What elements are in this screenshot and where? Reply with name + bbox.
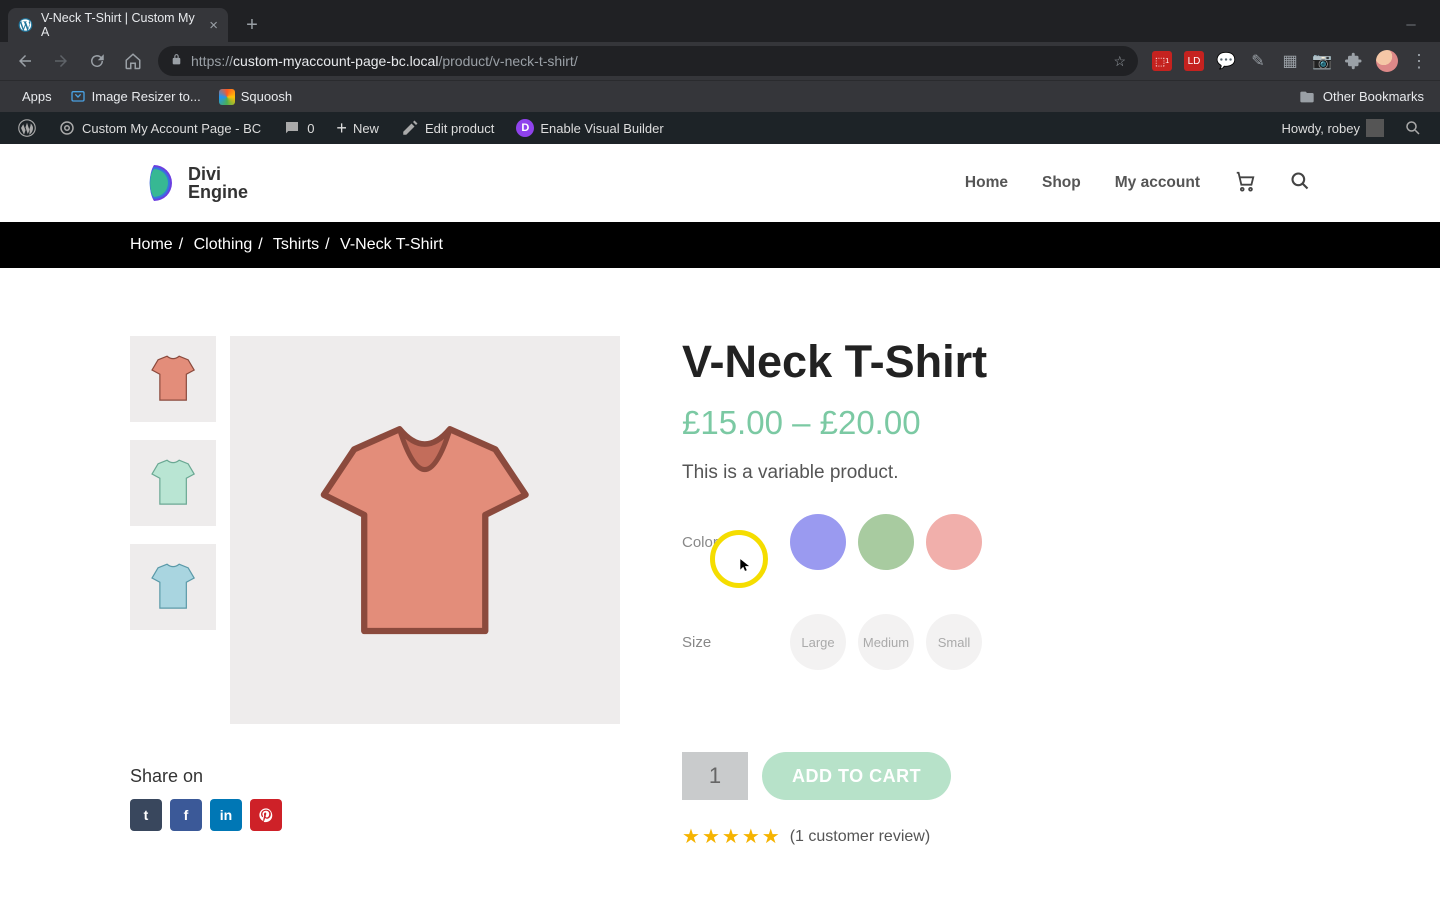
product-thumb[interactable] bbox=[130, 544, 216, 630]
share-title: Share on bbox=[130, 766, 620, 787]
apps-button[interactable]: Apps bbox=[16, 89, 52, 104]
cart-icon[interactable] bbox=[1234, 170, 1256, 197]
wp-visual-builder[interactable]: D Enable Visual Builder bbox=[508, 112, 671, 144]
bookmark-link[interactable]: Image Resizer to... bbox=[70, 89, 201, 105]
new-tab-button[interactable]: + bbox=[238, 11, 266, 39]
extension-icon[interactable]: ⬚1 bbox=[1152, 51, 1172, 71]
forward-button[interactable] bbox=[50, 50, 72, 72]
lock-icon bbox=[170, 53, 183, 69]
share-facebook[interactable]: f bbox=[170, 799, 202, 831]
minimize-icon[interactable] bbox=[1398, 12, 1424, 38]
color-swatch-green[interactable] bbox=[858, 514, 914, 570]
size-option-large[interactable]: Large bbox=[790, 614, 846, 670]
breadcrumb-cat[interactable]: Tshirts bbox=[273, 236, 319, 253]
product-main-image[interactable] bbox=[230, 336, 620, 724]
extension-icon[interactable]: LD bbox=[1184, 51, 1204, 71]
add-to-cart-button[interactable]: ADD TO CART bbox=[762, 752, 951, 800]
tab-title: V-Neck T-Shirt | Custom My A bbox=[41, 11, 195, 39]
search-icon[interactable] bbox=[1290, 171, 1310, 196]
site-logo[interactable]: Divi Engine bbox=[130, 159, 248, 207]
rating-stars: ★★★★★ bbox=[682, 824, 780, 849]
nav-shop[interactable]: Shop bbox=[1042, 174, 1081, 192]
extension-icon[interactable]: ✎ bbox=[1248, 51, 1268, 71]
extension-icon[interactable]: 💬 bbox=[1216, 51, 1236, 71]
extension-icon[interactable]: ▦ bbox=[1280, 51, 1300, 71]
extension-icon[interactable]: 📷 bbox=[1312, 51, 1332, 71]
cursor-icon bbox=[738, 558, 752, 576]
url-text: https://custom-myaccount-page-bc.local/p… bbox=[191, 53, 1105, 69]
wp-new[interactable]: + New bbox=[328, 112, 387, 144]
wp-howdy[interactable]: Howdy, robey bbox=[1273, 119, 1392, 137]
size-label: Size bbox=[682, 634, 790, 651]
profile-avatar[interactable] bbox=[1376, 50, 1398, 72]
url-bar[interactable]: https://custom-myaccount-page-bc.local/p… bbox=[158, 46, 1138, 76]
avatar bbox=[1366, 119, 1384, 137]
breadcrumb-home[interactable]: Home bbox=[130, 236, 173, 253]
product-description: This is a variable product. bbox=[682, 462, 1310, 484]
share-linkedin[interactable]: in bbox=[210, 799, 242, 831]
wordpress-icon bbox=[18, 17, 33, 33]
wp-edit-product[interactable]: Edit product bbox=[393, 112, 502, 144]
reload-button[interactable] bbox=[86, 50, 108, 72]
quantity-input[interactable]: 1 bbox=[682, 752, 748, 800]
logo-icon bbox=[130, 159, 178, 207]
wp-logo[interactable] bbox=[10, 112, 44, 144]
nav-account[interactable]: My account bbox=[1115, 174, 1200, 192]
breadcrumb-cat[interactable]: Clothing bbox=[194, 236, 253, 253]
product-thumb[interactable] bbox=[130, 440, 216, 526]
product-thumb[interactable] bbox=[130, 336, 216, 422]
logo-text: Divi Engine bbox=[188, 165, 248, 201]
review-count-link[interactable]: (1 customer review) bbox=[790, 828, 930, 846]
close-icon[interactable]: × bbox=[209, 17, 218, 34]
nav-home[interactable]: Home bbox=[965, 174, 1008, 192]
browser-tab[interactable]: V-Neck T-Shirt | Custom My A × bbox=[8, 8, 228, 42]
color-swatch-red[interactable] bbox=[926, 514, 982, 570]
other-bookmarks-button[interactable]: Other Bookmarks bbox=[1299, 89, 1424, 105]
bookmark-star-icon[interactable]: ☆ bbox=[1113, 53, 1126, 70]
wp-search[interactable] bbox=[1396, 119, 1430, 137]
color-swatch-blue[interactable] bbox=[790, 514, 846, 570]
share-pinterest[interactable] bbox=[250, 799, 282, 831]
kebab-menu-icon[interactable]: ⋮ bbox=[1410, 51, 1426, 72]
extensions-button[interactable] bbox=[1344, 51, 1364, 71]
product-title: V-Neck T-Shirt bbox=[682, 336, 1310, 388]
product-price: £15.00 – £20.00 bbox=[682, 404, 1310, 442]
wp-comments[interactable]: 0 bbox=[275, 112, 322, 144]
color-label: Color bbox=[682, 534, 790, 551]
breadcrumb-current: V-Neck T-Shirt bbox=[340, 236, 443, 253]
share-tumblr[interactable]: t bbox=[130, 799, 162, 831]
wp-site-link[interactable]: Custom My Account Page - BC bbox=[50, 112, 269, 144]
divi-badge-icon: D bbox=[516, 119, 534, 137]
breadcrumb: Home/ Clothing/ Tshirts/ V-Neck T-Shirt bbox=[0, 222, 1440, 268]
home-button[interactable] bbox=[122, 50, 144, 72]
size-option-medium[interactable]: Medium bbox=[858, 614, 914, 670]
size-option-small[interactable]: Small bbox=[926, 614, 982, 670]
squoosh-icon bbox=[219, 89, 235, 105]
bookmark-link[interactable]: Squoosh bbox=[219, 89, 292, 105]
back-button[interactable] bbox=[14, 50, 36, 72]
